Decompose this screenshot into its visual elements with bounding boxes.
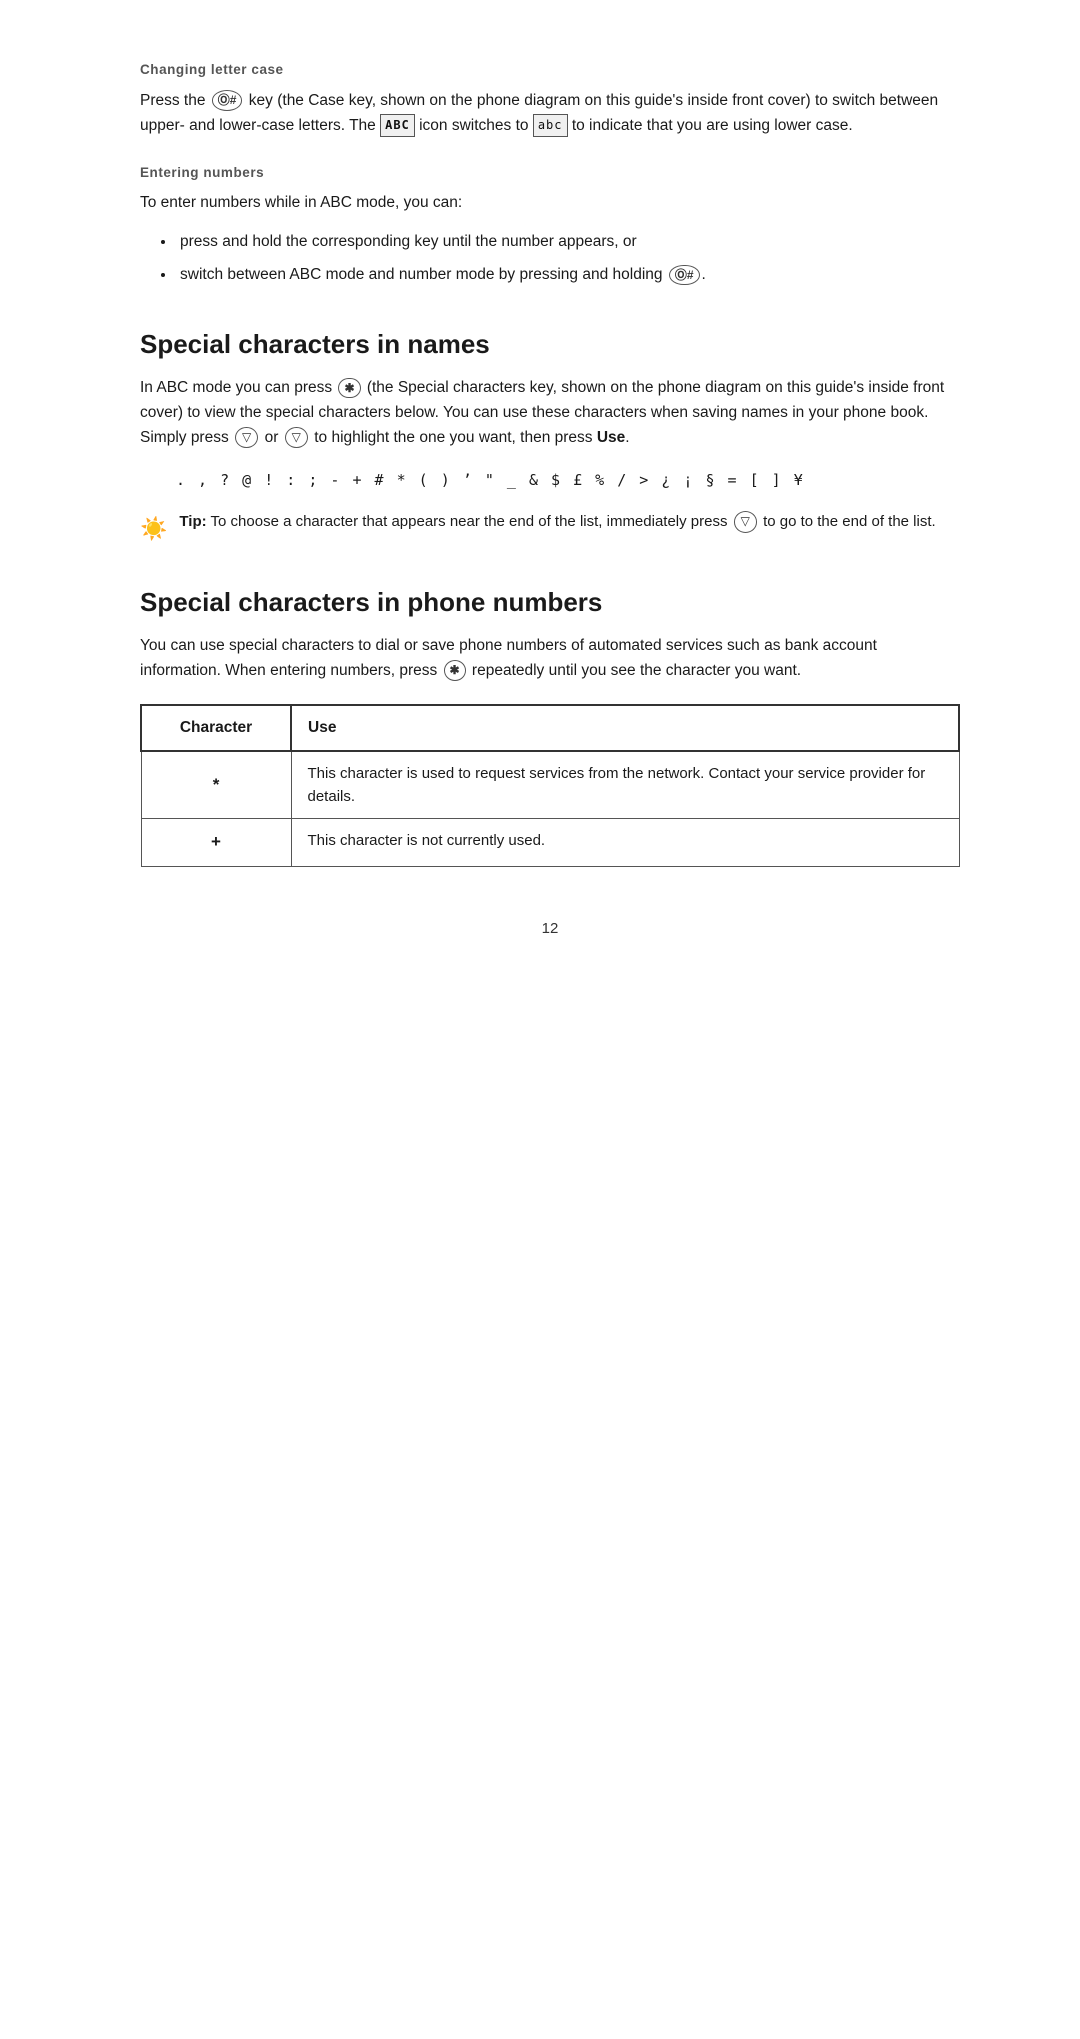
entering-numbers-list: press and hold the corresponding key unt… (140, 230, 960, 288)
page-number: 12 (140, 917, 960, 940)
use-asterisk: This character is used to request servic… (291, 751, 959, 819)
table-header-row: Character Use (141, 705, 959, 751)
col-header-character: Character (141, 705, 291, 751)
nav-down-arrow: ▽ (285, 427, 308, 449)
tip-box: ☀️ Tip: To choose a character that appea… (140, 510, 960, 546)
abc-upper-icon: ABC (380, 114, 415, 137)
entering-numbers-heading: Entering numbers (140, 163, 960, 184)
special-chars-names-section: Special characters in names In ABC mode … (140, 324, 960, 546)
use-plus: This character is not currently used. (291, 819, 959, 866)
abc-lower-icon: abc (533, 114, 568, 137)
special-chars-phone-section: Special characters in phone numbers You … (140, 582, 960, 867)
special-chars-phone-paragraph: You can use special characters to dial o… (140, 634, 960, 684)
text-after-abc: icon switches to (419, 117, 533, 134)
char-asterisk: * (141, 751, 291, 819)
special-chars-names-title: Special characters in names (140, 324, 960, 364)
use-bold-text: Use (597, 429, 625, 446)
text-before-key: Press the (140, 92, 205, 109)
entering-numbers-section: Entering numbers To enter numbers while … (140, 163, 960, 288)
bullet-item-1: press and hold the corresponding key unt… (176, 230, 960, 255)
col-header-use: Use (291, 705, 959, 751)
hash-key-icon-bullet: Ⓞ# (669, 265, 700, 286)
table-body: * This character is used to request serv… (141, 751, 959, 866)
tip-nav-arrow: ▽ (734, 511, 757, 533)
entering-numbers-intro: To enter numbers while in ABC mode, you … (140, 191, 960, 216)
nav-up-arrow: ▽ (235, 427, 258, 449)
tip-sun-icon: ☀️ (140, 512, 167, 546)
tip-label: Tip: (179, 513, 206, 530)
changing-letter-case-heading: Changing letter case (140, 60, 960, 81)
bullet-item-2: switch between ABC mode and number mode … (176, 263, 960, 288)
tip-content: Tip: To choose a character that appears … (179, 510, 935, 534)
table-row: + This character is not currently used. (141, 819, 959, 866)
changing-letter-case-section: Changing letter case Press the Ⓞ# key (t… (140, 60, 960, 139)
table-row: * This character is used to request serv… (141, 751, 959, 819)
special-chars-names-paragraph: In ABC mode you can press ✱ (the Special… (140, 376, 960, 450)
text-end: to indicate that you are using lower cas… (572, 117, 853, 134)
special-chars-display: . , ? @ ! : ; - + # * ( ) ’ " _ & $ £ % … (176, 469, 960, 492)
special-chars-phone-title: Special characters in phone numbers (140, 582, 960, 622)
special-chars-key-icon: ✱ (338, 378, 360, 399)
case-key-icon: Ⓞ# (212, 90, 243, 111)
changing-letter-case-paragraph: Press the Ⓞ# key (the Case key, shown on… (140, 89, 960, 139)
special-chars-phone-key-icon: ✱ (444, 660, 466, 681)
char-plus: + (141, 819, 291, 866)
special-chars-table: Character Use * This character is used t… (140, 704, 960, 867)
